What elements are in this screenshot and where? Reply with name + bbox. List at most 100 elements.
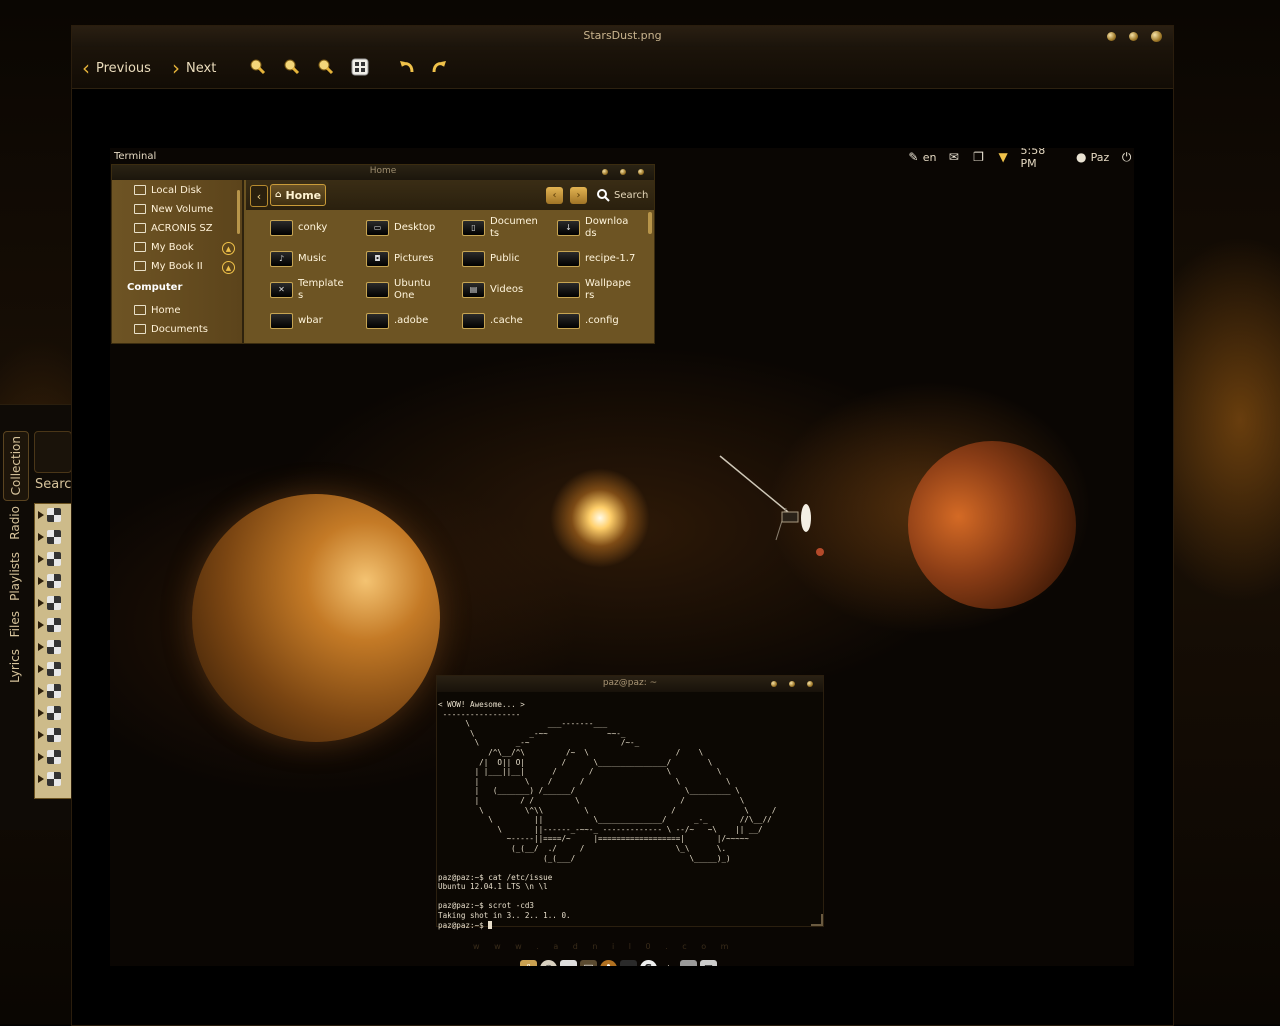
rotate-right-button[interactable] (430, 58, 448, 76)
file-item[interactable]: ▯ Documen ts (462, 213, 558, 243)
network-icon[interactable]: ❐ (971, 150, 986, 164)
file-item[interactable]: recipe-1.7 (557, 244, 653, 274)
sidebar-scrollbar[interactable] (237, 190, 240, 234)
previous-button[interactable]: ‹ Previous (82, 57, 151, 79)
file-item[interactable]: Wallpape rs (557, 275, 653, 305)
file-item[interactable]: ✕ Template s (270, 275, 366, 305)
list-item[interactable] (35, 658, 71, 680)
drive-icon[interactable]: ▣ (580, 960, 597, 966)
keyboard-icon[interactable]: ✎ (906, 150, 921, 164)
search-box[interactable] (34, 431, 72, 473)
file-item[interactable]: ▤ Videos (462, 275, 558, 305)
music-player-window: Collection Radio Playlists Files Lyrics … (0, 404, 80, 830)
album-icon (47, 530, 61, 544)
sidebar-item-local-disk[interactable]: Local Disk (134, 182, 202, 198)
sidebar-item-my-book[interactable]: My Book (134, 239, 194, 255)
file-item[interactable]: .adobe (366, 306, 462, 336)
sidebar-item-my-book-2[interactable]: My Book II (134, 258, 203, 274)
top-panel-indicators: ✎ en ✉ ❐ ▼ 5:58 PM ● Paz ⏻ (906, 148, 1134, 170)
user-icon[interactable]: ● (1074, 150, 1089, 164)
minimize-button[interactable] (771, 681, 777, 687)
list-item[interactable] (35, 548, 71, 570)
resize-grip[interactable] (811, 914, 823, 926)
collection-list[interactable] (34, 503, 72, 799)
sidebar-item-new-volume[interactable]: New Volume (134, 201, 213, 217)
file-item[interactable]: ▭ Desktop (366, 213, 462, 243)
rotate-left-button[interactable] (398, 58, 416, 76)
list-item[interactable] (35, 768, 71, 790)
file-item[interactable]: .config (557, 306, 653, 336)
close-button[interactable] (1151, 31, 1162, 42)
eject-icon[interactable]: ▲ (222, 242, 235, 255)
back-button[interactable]: ‹ (250, 185, 268, 207)
browser-icon[interactable]: ◎ (540, 960, 557, 966)
terminal-cursor (488, 920, 493, 929)
file-manager-window: Home Local Disk New Volume ACRONIS SZ My… (111, 164, 655, 344)
sidebar-item-home[interactable]: Home (134, 302, 181, 318)
terminal-titlebar[interactable]: paz@paz: ~ (437, 676, 823, 692)
list-item[interactable] (35, 702, 71, 724)
file-item[interactable]: wbar (270, 306, 366, 336)
viewer-titlebar[interactable]: StarsDust.png (72, 26, 1173, 47)
database-icon[interactable]: ≡ (680, 960, 697, 966)
next-button[interactable]: › Next (172, 57, 216, 79)
sidebar-item-documents[interactable]: Documents (134, 321, 208, 337)
file-item[interactable]: ↓ Downloa ds (557, 213, 653, 243)
eject-icon[interactable]: ▲ (222, 261, 235, 274)
nav-back-button[interactable]: ‹ (546, 187, 563, 204)
file-item[interactable]: conky (270, 213, 366, 243)
list-item[interactable] (35, 636, 71, 658)
nav-forward-button[interactable]: › (570, 187, 587, 204)
viewer-toolbar: ‹ Previous › Next (72, 47, 1173, 89)
breadcrumb-home[interactable]: ⌂ Home (270, 184, 326, 206)
search-button[interactable]: Search (596, 186, 648, 204)
file-item[interactable]: ♪ Music (270, 244, 366, 274)
list-item[interactable] (35, 504, 71, 526)
close-button[interactable] (807, 681, 813, 687)
vlc-icon[interactable]: ▲ (660, 960, 677, 966)
file-manager-titlebar[interactable]: Home (112, 165, 654, 180)
mail-icon[interactable]: ✉ (946, 150, 961, 164)
file-item[interactable]: .cache (462, 306, 558, 336)
list-item[interactable] (35, 614, 71, 636)
anchor-icon[interactable]: ⚓ (520, 960, 537, 966)
tab-playlists[interactable]: Playlists (3, 549, 27, 603)
list-item[interactable] (35, 570, 71, 592)
file-item[interactable]: ◘ Pictures (366, 244, 462, 274)
terminal-window: paz@paz: ~ < WOW! Awesome... > ---------… (436, 675, 824, 930)
tab-lyrics[interactable]: Lyrics (3, 645, 27, 687)
clock[interactable]: 5:58 PM (1021, 148, 1064, 170)
settings-icon[interactable]: ✿ (600, 960, 617, 966)
tab-collection[interactable]: Collection (3, 431, 29, 501)
download-icon[interactable]: ▼ (996, 150, 1011, 164)
close-button[interactable] (638, 169, 644, 175)
minimize-button[interactable] (1107, 32, 1116, 41)
list-item[interactable] (35, 746, 71, 768)
home-icon (134, 305, 146, 315)
maximize-button[interactable] (1129, 32, 1138, 41)
terminal-icon[interactable]: ▬ (560, 960, 577, 966)
file-item[interactable]: Ubuntu One (366, 275, 462, 305)
file-item[interactable]: Public (462, 244, 558, 274)
zoom-out-button[interactable] (282, 58, 300, 76)
terminal-output[interactable]: < WOW! Awesome... > ----------------- \ … (437, 692, 823, 930)
session-icon[interactable]: ⏻ (1119, 150, 1134, 164)
list-item[interactable] (35, 592, 71, 614)
sidebar-item-acronis[interactable]: ACRONIS SZ (134, 220, 213, 236)
tab-radio[interactable]: Radio (3, 501, 27, 545)
list-item[interactable] (35, 526, 71, 548)
user-name[interactable]: Paz (1091, 151, 1110, 164)
skype-icon[interactable]: S (640, 960, 657, 966)
language-indicator[interactable]: en (923, 151, 937, 164)
tab-files[interactable]: Files (3, 605, 27, 643)
minimize-button[interactable] (602, 169, 608, 175)
list-item[interactable] (35, 724, 71, 746)
zoom-in-button[interactable] (248, 58, 266, 76)
maximize-button[interactable] (620, 169, 626, 175)
fit-button[interactable] (351, 58, 369, 76)
zoom-normal-button[interactable] (316, 58, 334, 76)
maximize-button[interactable] (789, 681, 795, 687)
screen-icon[interactable]: ▭ (620, 960, 637, 966)
workspace-icon[interactable]: ⊞ (700, 960, 717, 966)
list-item[interactable] (35, 680, 71, 702)
